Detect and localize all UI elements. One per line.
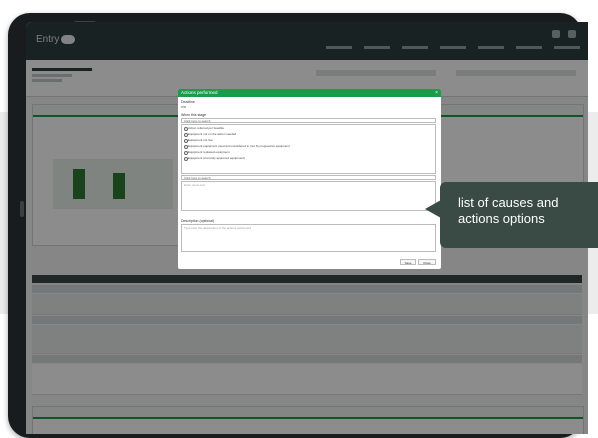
- callout-arrow-icon: [425, 200, 441, 218]
- save-button[interactable]: Save: [400, 259, 416, 265]
- dialog-title: Actions performed: [181, 90, 218, 95]
- description-field[interactable]: Type here the description of the actions…: [181, 224, 436, 252]
- annotation-callout: list of causes and actions options: [440, 182, 598, 248]
- cause-options-list[interactable]: Action referred per feasible Equipment n…: [181, 124, 436, 174]
- close-icon[interactable]: ×: [435, 89, 438, 97]
- action-search-input[interactable]: Click here to search: [181, 175, 436, 180]
- when-label: When this stage: [181, 113, 207, 117]
- callout-line-2: actions options: [458, 211, 545, 226]
- cause-option[interactable]: Equipment (currently approved equipment): [182, 155, 435, 161]
- dialog-header: Actions performed ×: [178, 89, 441, 97]
- tablet-side-button: [20, 201, 24, 217]
- actions-performed-dialog: Actions performed × Deadline n/a When th…: [178, 89, 441, 269]
- description-label: Description (optional): [181, 219, 215, 223]
- notes-field[interactable]: Enter some text: [181, 181, 436, 211]
- deadline-value: n/a: [181, 105, 186, 109]
- close-button[interactable]: Close: [418, 259, 436, 265]
- deadline-label: Deadline: [181, 100, 195, 104]
- cause-search-input[interactable]: Click here to search: [181, 118, 436, 123]
- callout-line-1: list of causes and: [458, 195, 559, 210]
